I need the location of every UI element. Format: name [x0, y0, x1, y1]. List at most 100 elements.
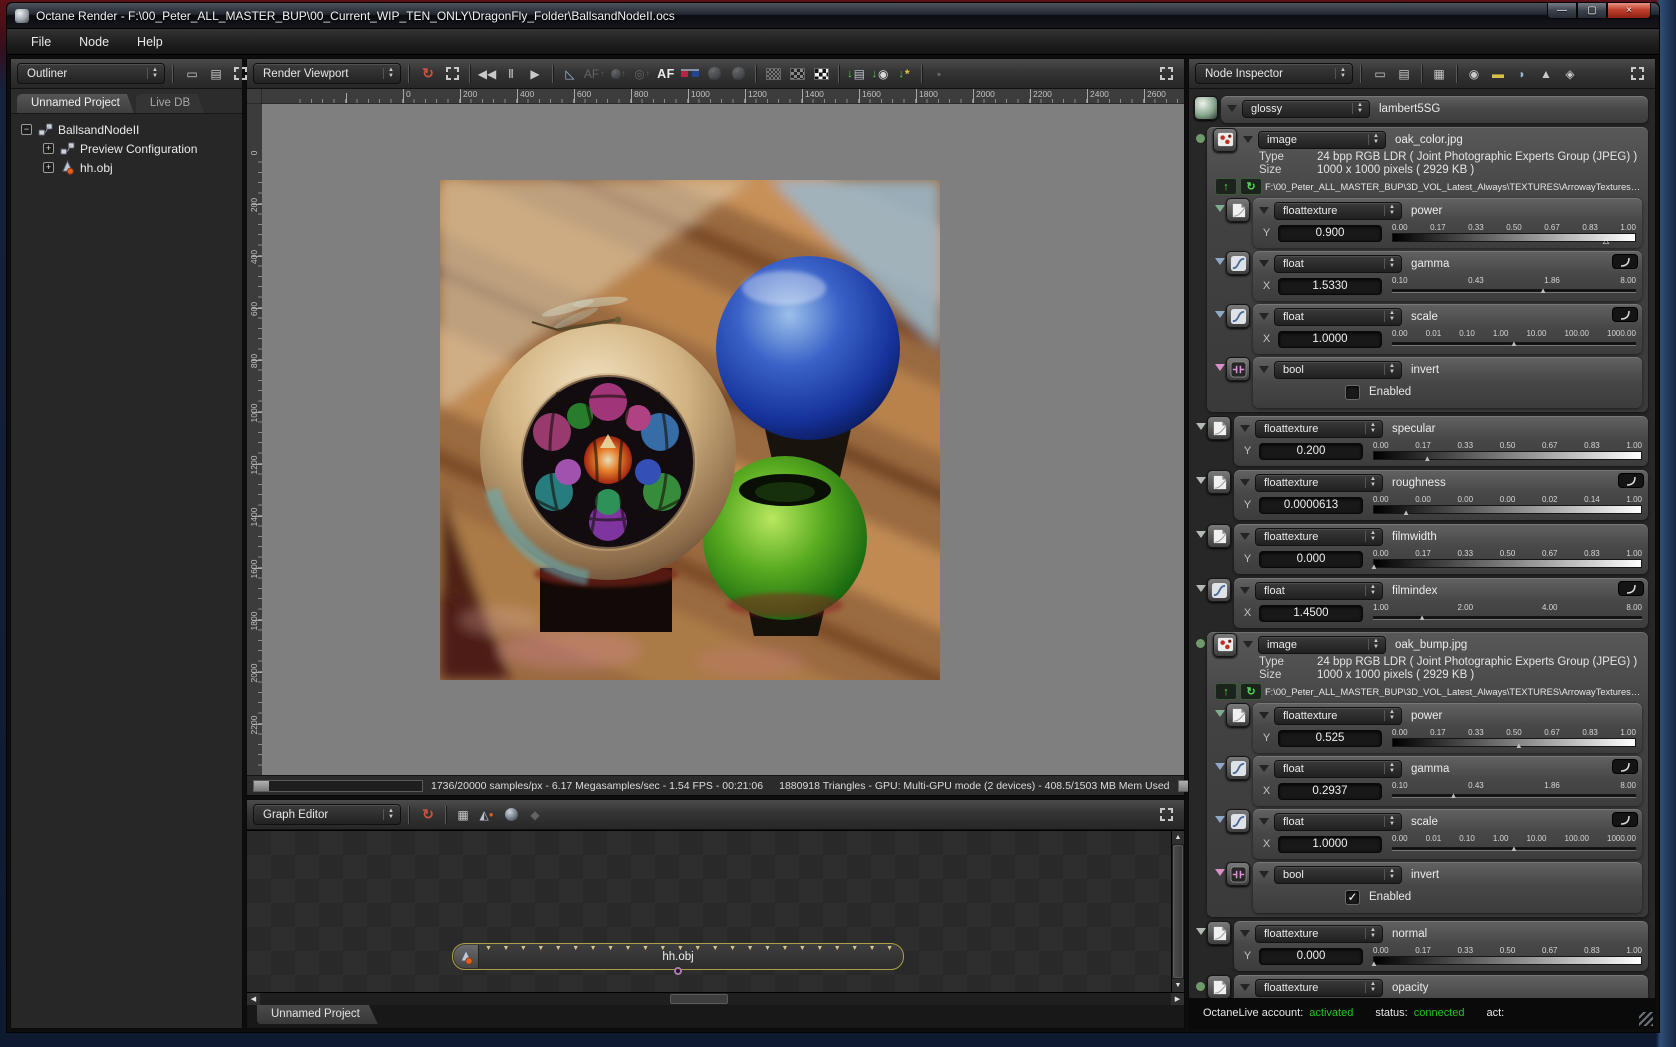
tab-unnamed-project[interactable]: Unnamed Project [17, 94, 134, 113]
close-button[interactable]: × [1607, 2, 1651, 19]
film-settings-icon[interactable]: ▬ [1486, 62, 1510, 86]
tree-item-hh-obj[interactable]: + hh.obj [15, 158, 238, 177]
curve-node-icon[interactable] [1207, 578, 1231, 602]
pause-render-icon[interactable]: Ⅱ [499, 62, 523, 86]
enabled-checkbox[interactable] [1345, 384, 1360, 400]
page-node-icon[interactable] [1207, 416, 1231, 440]
save-image-icon[interactable]: ↓ ▤ [844, 62, 868, 86]
value-field[interactable]: 1.0000 [1278, 835, 1382, 853]
outliner-panel-selector[interactable]: Outliner ▲ ▼ [17, 63, 165, 84]
stack-windows-icon[interactable]: ▤ [204, 62, 228, 86]
collapse-triangle-icon[interactable] [1243, 641, 1253, 648]
node-pin-icon[interactable]: ▼ [816, 945, 823, 953]
slider-handle[interactable]: ▲ [1370, 959, 1378, 968]
page-node-icon[interactable] [1226, 198, 1250, 222]
slider-bar[interactable]: △ [1392, 232, 1636, 245]
node-type-dropdown[interactable]: floattexture ▲ ▼ [1255, 473, 1383, 492]
node-type-dropdown[interactable]: float ▲ ▼ [1274, 759, 1402, 778]
slider-bar[interactable]: ▲ [1373, 504, 1642, 516]
graph-node-hh-obj[interactable]: ▼ ▼ ▼ ▼ ▼ ▼ ▼ ▼ ▼ ▼ ▼ ▼ ▼ ▼ ▼ ▼ ▼ ▼ ▼ ▼ ▼ ▼ ▼ ▼ hh.obj [452, 943, 905, 975]
collapse-triangle-icon[interactable] [1240, 930, 1250, 937]
node-pin-icon[interactable]: ▼ [590, 945, 597, 953]
stack-windows-icon[interactable]: ▤ [1392, 62, 1416, 86]
minimize-button[interactable]: — [1547, 2, 1577, 19]
slider-handle[interactable]: ▲ [1539, 286, 1547, 295]
show-mesh-nodes-icon[interactable]: ◭ ● [475, 803, 499, 827]
slider-bar[interactable]: ▲ [1392, 791, 1636, 799]
slider[interactable]: 0.00 0.17 0.33 0.50 0.67 0.83 1.00 ▲ [1392, 728, 1636, 749]
maximize-button[interactable]: ▢ [1577, 2, 1607, 19]
node-type-dropdown[interactable]: bool ▲ ▼ [1274, 865, 1402, 884]
slider-bar[interactable]: ▲ [1373, 450, 1642, 462]
material-preview-sphere-icon[interactable] [1194, 96, 1218, 120]
bool-node-icon[interactable] [1226, 357, 1250, 381]
node-pin-icon[interactable]: ▼ [520, 945, 527, 953]
restart-frame-icon[interactable]: ◀◀ [475, 62, 499, 86]
node-pin-icon[interactable]: ▼ [555, 945, 562, 953]
node-type-dropdown[interactable]: floattexture ▲ ▼ [1274, 706, 1402, 725]
tree-item-preview-configuration[interactable]: + Preview Configuration [15, 139, 238, 158]
node-pin-icon[interactable]: ▼ [659, 945, 666, 953]
curve-editor-button[interactable] [1612, 759, 1638, 774]
node-pin-icon[interactable]: ▼ [607, 945, 614, 953]
show-material-nodes-icon[interactable] [499, 803, 523, 827]
value-field[interactable]: 1.5330 [1278, 277, 1382, 295]
slider-bar[interactable]: ▲ [1392, 286, 1636, 295]
page-node-icon[interactable] [1226, 703, 1250, 727]
node-type-dropdown[interactable]: float ▲ ▼ [1274, 307, 1402, 326]
slider-bar[interactable]: ▲ [1373, 613, 1642, 621]
slider[interactable]: 0.00 0.01 0.10 1.00 10.00 100.00 1000.00 ▲ [1392, 329, 1636, 350]
node-type-dropdown[interactable]: float ▲ ▼ [1255, 581, 1383, 600]
scroll-right-icon[interactable]: ▶ [1171, 992, 1184, 1006]
slider-bar[interactable]: ▲ [1392, 844, 1636, 852]
slider[interactable]: 0.10 0.43 1.86 8.00 ▲ [1392, 276, 1636, 297]
value-field[interactable]: 0.000 [1259, 947, 1363, 965]
value-field[interactable]: 0.900 [1278, 224, 1382, 242]
curve-node-icon[interactable] [1226, 304, 1250, 328]
expand-viewport-icon[interactable] [1154, 62, 1178, 86]
expand-panel-icon[interactable] [228, 62, 252, 86]
bool-node-icon[interactable] [1226, 862, 1250, 886]
scroll-up-icon[interactable]: ▲ [1172, 831, 1184, 844]
collapse-triangle-icon[interactable] [1259, 818, 1269, 825]
restart-render-icon[interactable]: ↻ [416, 62, 440, 86]
reload-image-button[interactable]: ↑ [1215, 178, 1237, 195]
slider[interactable]: 0.00 0.17 0.33 0.50 0.67 0.83 1.00 ▲ [1370, 946, 1642, 968]
play-render-icon[interactable]: ▶ [523, 62, 547, 86]
node-type-dropdown[interactable]: image ▲ ▼ [1258, 635, 1386, 654]
node-type-dropdown[interactable]: image ▲ ▼ [1258, 130, 1386, 149]
menu-help[interactable]: Help [125, 32, 175, 52]
tab-live-db[interactable]: Live DB [136, 94, 204, 113]
slider[interactable]: 0.10 0.43 1.86 8.00 ▲ [1392, 781, 1636, 802]
expand-graph-icon[interactable] [1154, 803, 1178, 827]
environment-settings-icon[interactable]: ◗ [1510, 62, 1534, 86]
node-pin-icon[interactable]: ▼ [781, 945, 788, 953]
node-input-pins[interactable]: ▼ ▼ ▼ ▼ ▼ ▼ ▼ ▼ ▼ ▼ ▼ ▼ ▼ ▼ ▼ ▼ ▼ ▼ ▼ ▼ ▼ ▼ ▼ ▼ [485, 945, 893, 953]
collapse-triangle-icon[interactable] [1240, 425, 1250, 432]
save-render-state-icon[interactable]: ↓ ◉ [868, 62, 892, 86]
collapse-triangle-icon[interactable] [1243, 136, 1253, 143]
node-pin-icon[interactable]: ▼ [502, 945, 509, 953]
float-windows-icon[interactable]: ▭ [1368, 62, 1392, 86]
collapse-triangle-icon[interactable] [1240, 587, 1250, 594]
tree-expander-icon[interactable]: + [43, 162, 54, 173]
graph-vertical-scrollbar[interactable]: ▲ ▼ [1171, 831, 1184, 992]
slider[interactable]: 0.00 0.17 0.33 0.50 0.67 0.83 1.00 ▲ [1373, 441, 1642, 462]
collapse-triangle-icon[interactable] [1259, 313, 1269, 320]
restart-render-icon[interactable]: ↻ [416, 803, 440, 827]
reload-image-button[interactable]: ↑ [1215, 683, 1237, 700]
slider-handle[interactable]: ▲ [1515, 741, 1523, 750]
page-node-icon[interactable] [1207, 921, 1231, 945]
graph-canvas[interactable]: ▼ ▼ ▼ ▼ ▼ ▼ ▼ ▼ ▼ ▼ ▼ ▼ ▼ ▼ ▼ ▼ ▼ ▼ ▼ ▼ ▼ ▼ ▼ ▼ hh.obj ▲ ▼ [247, 830, 1184, 992]
value-field[interactable]: 0.0000613 [1259, 496, 1363, 514]
node-pin-icon[interactable]: ▼ [677, 945, 684, 953]
value-field[interactable]: 0.525 [1278, 729, 1382, 747]
node-type-dropdown[interactable]: glossy ▲ ▼ [1242, 99, 1370, 118]
show-image-icon[interactable]: ▦ [1427, 62, 1451, 86]
node-pin-icon[interactable]: ▼ [642, 945, 649, 953]
curve-editor-button[interactable] [1612, 307, 1638, 322]
collapse-triangle-icon[interactable] [1240, 984, 1250, 991]
node-pin-icon[interactable]: ▼ [694, 945, 701, 953]
slider-handle[interactable]: △ [1603, 236, 1609, 245]
alpha-checker-fine-icon[interactable] [761, 62, 785, 86]
